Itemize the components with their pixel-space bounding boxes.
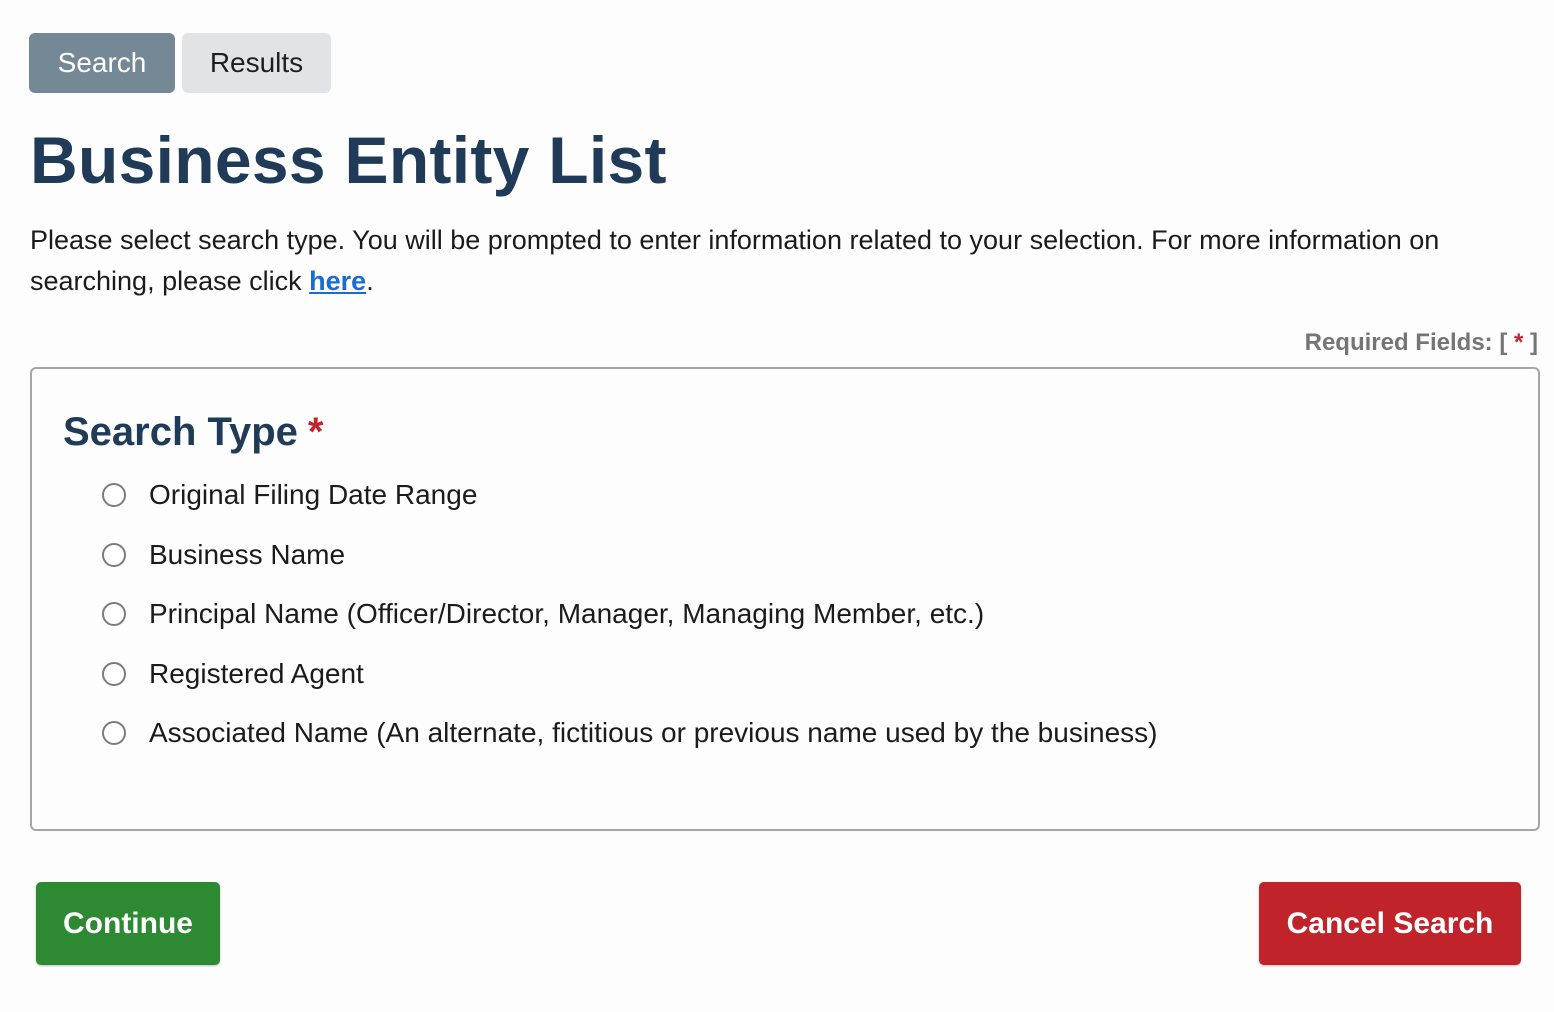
tab-search[interactable]: Search	[29, 33, 175, 93]
cancel-search-button[interactable]: Cancel Search	[1259, 882, 1521, 965]
tab-bar: Search Results	[29, 33, 331, 93]
help-link[interactable]: here	[309, 266, 366, 296]
radio-option-associated-name[interactable]: Associated Name (An alternate, fictitiou…	[102, 717, 1158, 749]
tab-results[interactable]: Results	[182, 33, 331, 93]
radio-button[interactable]	[102, 483, 126, 507]
required-note-suffix: ]	[1523, 329, 1538, 356]
radio-label[interactable]: Original Filing Date Range	[149, 479, 477, 511]
intro-text-after: .	[366, 266, 374, 296]
required-asterisk: *	[307, 410, 324, 454]
radio-option-principal-name[interactable]: Principal Name (Officer/Director, Manage…	[102, 598, 984, 630]
search-type-panel: Search Type * Original Filing Date Range …	[30, 367, 1540, 831]
radio-option-original-filing-date-range[interactable]: Original Filing Date Range	[102, 479, 477, 511]
radio-label[interactable]: Registered Agent	[149, 658, 364, 690]
radio-button[interactable]	[102, 602, 126, 626]
radio-button[interactable]	[102, 662, 126, 686]
continue-button[interactable]: Continue	[36, 882, 220, 965]
search-type-legend-label: Search Type	[63, 410, 298, 454]
radio-option-business-name[interactable]: Business Name	[102, 539, 345, 571]
required-fields-note: Required Fields: [ * ]	[1305, 329, 1538, 357]
radio-label[interactable]: Principal Name (Officer/Director, Manage…	[149, 598, 984, 630]
radio-button[interactable]	[102, 721, 126, 745]
radio-label[interactable]: Business Name	[149, 539, 345, 571]
radio-option-registered-agent[interactable]: Registered Agent	[102, 658, 364, 690]
required-note-prefix: Required Fields: [	[1304, 329, 1514, 356]
intro-text: Please select search type. You will be p…	[30, 220, 1530, 302]
radio-button[interactable]	[102, 543, 126, 567]
search-type-legend: Search Type *	[63, 410, 324, 455]
required-asterisk: *	[1513, 329, 1524, 356]
page-title: Business Entity List	[30, 123, 667, 197]
radio-label[interactable]: Associated Name (An alternate, fictitiou…	[149, 717, 1158, 749]
intro-text-before: Please select search type. You will be p…	[30, 225, 1440, 296]
